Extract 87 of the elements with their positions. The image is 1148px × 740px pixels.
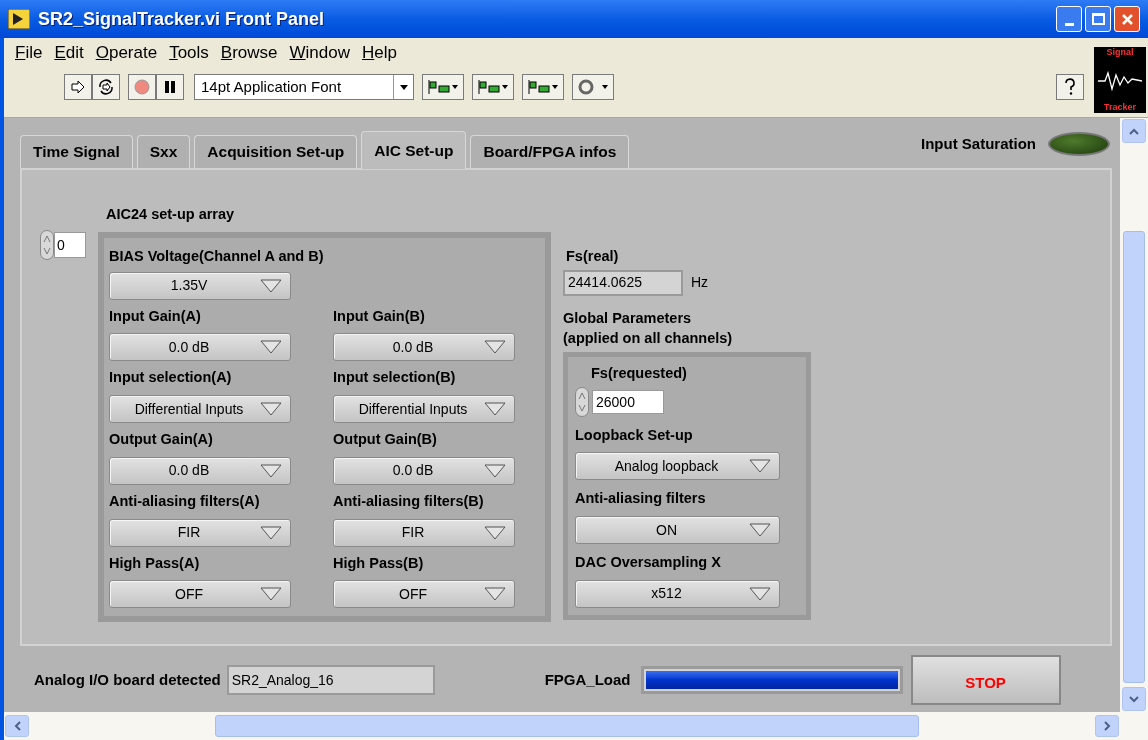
dropdown-arrow-icon: [484, 463, 506, 478]
ring-dropdown[interactable]: 0.0 dB: [333, 333, 515, 362]
menu-item[interactable]: File: [10, 40, 48, 66]
menu-item[interactable]: Help: [357, 40, 402, 66]
control-label: Fs(requested): [591, 363, 688, 383]
dropdown-arrow-icon: [260, 340, 282, 355]
control-label: Anti-aliasing filters(A): [109, 491, 261, 511]
ring-dropdown[interactable]: OFF: [109, 580, 291, 609]
fs-requested-field[interactable]: 26000: [592, 389, 664, 414]
indicator-label: FPGA_Load: [544, 669, 631, 690]
maximize-button[interactable]: [1085, 6, 1111, 32]
menu-item[interactable]: Operate: [90, 40, 163, 66]
ring-dropdown[interactable]: ON: [575, 516, 780, 544]
close-icon: [1120, 12, 1134, 26]
ring-dropdown[interactable]: Differential Inputs: [333, 395, 515, 423]
control-label: Loopback Set-up: [575, 425, 694, 445]
dropdown-arrow-icon: [749, 523, 771, 537]
control-label: Input selection(B): [333, 368, 457, 388]
dropdown-arrow-icon: [749, 586, 771, 601]
control-label: Input selection(A): [109, 368, 233, 388]
ring-dropdown[interactable]: 1.35V: [109, 271, 291, 300]
ring-dropdown[interactable]: Differential Inputs: [109, 395, 291, 423]
indicator-label: Input Saturation: [921, 133, 1036, 154]
ring-dropdown[interactable]: 0.0 dB: [109, 333, 291, 362]
control-label: Output Gain(B): [333, 430, 438, 449]
fs-real-indicator: 24414.0625: [563, 269, 683, 296]
control-label: DAC Oversampling X: [575, 553, 722, 572]
control-label: Anti-aliasing filters(B): [333, 491, 485, 511]
caret-icon: [399, 84, 408, 90]
ring-dropdown[interactable]: Analog loopback: [575, 452, 780, 481]
board-indicator: SR2_Analog_16: [226, 665, 435, 695]
dropdown-arrow-icon: [260, 402, 282, 416]
menu-item[interactable]: Edit: [49, 40, 89, 66]
ring-dropdown[interactable]: 0.0 dB: [109, 456, 291, 485]
tab[interactable]: Time Signal: [20, 135, 133, 168]
dropdown-arrow-icon: [260, 587, 282, 602]
minimize-button[interactable]: [1056, 6, 1082, 32]
ring-dropdown[interactable]: 0.0 dB: [333, 456, 515, 485]
pause-icon[interactable]: [156, 74, 184, 100]
app-logo: Signal Tracker: [1094, 47, 1146, 113]
array-index-field[interactable]: 0: [54, 231, 86, 258]
dropdown-arrow-icon: [484, 340, 506, 355]
control-label: High Pass(A): [109, 553, 201, 573]
abort-icon[interactable]: [128, 74, 156, 100]
dropdown-arrow-icon: [484, 402, 506, 416]
dropdown-arrow-icon: [260, 525, 282, 540]
ring-dropdown[interactable]: FIR: [333, 518, 515, 547]
control-label: AIC24 set-up array: [106, 205, 236, 224]
scroll-up-icon[interactable]: [1129, 127, 1139, 135]
close-button[interactable]: [1114, 6, 1140, 32]
window-title: SR2_SignalTracker.vi Front Panel: [38, 7, 326, 31]
tab[interactable]: Acquisition Set-up: [194, 135, 358, 168]
dropdown-arrow-icon: [484, 525, 506, 540]
control-label: High Pass(B): [333, 553, 425, 573]
control-label: Fs(real): [566, 247, 620, 266]
dropdown-arrow-icon: [749, 459, 771, 474]
dropdown-arrow-icon: [260, 463, 282, 478]
font-dropdown[interactable]: 14pt Application Font: [194, 74, 414, 100]
unit-label: Hz: [691, 273, 709, 293]
horizontal-scrollbar[interactable]: [4, 712, 1148, 740]
menu-item[interactable]: Browse: [215, 40, 283, 66]
app-icon: [8, 9, 30, 29]
tab[interactable]: Board/FPGA infos: [470, 135, 630, 168]
increment-arrows-icon[interactable]: [40, 229, 54, 260]
control-label: Anti-aliasing filters: [575, 489, 707, 509]
help-icon[interactable]: [1056, 74, 1084, 100]
ring-dropdown[interactable]: OFF: [333, 580, 515, 609]
ring-dropdown[interactable]: x512: [575, 579, 780, 608]
global-parameters-label: Global Parameters (applied on all channels): [563, 308, 734, 348]
scroll-left-icon[interactable]: [13, 721, 21, 731]
control-label: Input Gain(A): [109, 306, 202, 326]
control-label: Input Gain(B): [333, 306, 426, 326]
ring-dropdown[interactable]: FIR: [109, 518, 291, 547]
menu-item[interactable]: Tools: [164, 40, 214, 66]
vertical-scrollbar[interactable]: [1120, 118, 1148, 712]
indicator-label: Analog I/O board detected: [34, 669, 221, 690]
tab[interactable]: Sxx: [136, 135, 191, 168]
control-label: BIAS Voltage(Channel A and B): [109, 246, 325, 266]
run-continuously-icon[interactable]: [92, 74, 120, 100]
scroll-right-icon[interactable]: [1103, 721, 1111, 731]
menu-item[interactable]: Window: [284, 40, 355, 66]
dropdown-arrow-icon: [260, 278, 282, 293]
dropdown-arrow-icon: [484, 587, 506, 602]
control-label: Output Gain(A): [109, 430, 214, 449]
tab[interactable]: AIC Set-up: [361, 131, 467, 169]
increment-arrows-icon[interactable]: [575, 386, 589, 417]
scroll-down-icon[interactable]: [1129, 695, 1139, 703]
